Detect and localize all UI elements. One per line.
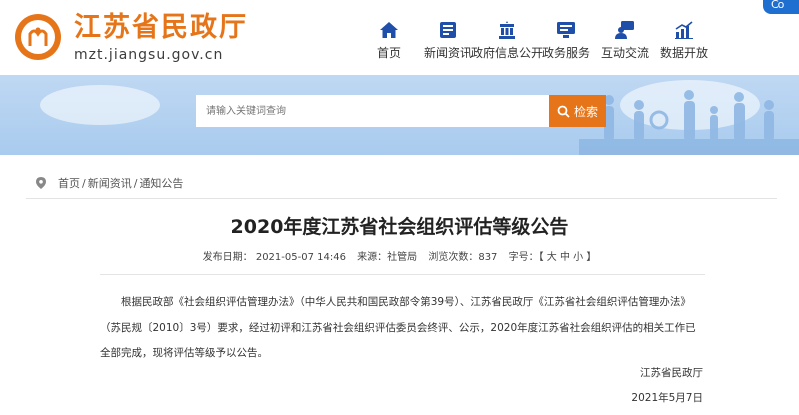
data-open-icon (675, 21, 693, 39)
search-input-wrapper (196, 95, 549, 127)
site-title[interactable]: 江苏省民政厅 (74, 12, 248, 44)
breadcrumb-separator: / (82, 176, 86, 190)
site-header: 江苏省民政厅 mzt.jiangsu.gov.cn 首页 新闻资讯 政府信息公开… (0, 0, 799, 75)
divider (26, 198, 777, 199)
nav-item-interaction[interactable]: 互动交流 (596, 0, 654, 75)
site-url: mzt.jiangsu.gov.cn (74, 47, 224, 63)
breadcrumb: 首页 / 新闻资讯 / 通知公告 (18, 176, 183, 190)
people-silhouette-icon (579, 90, 799, 155)
corner-badge-text: Co (771, 0, 784, 11)
main-nav: 首页 新闻资讯 政府信息公开 政务服务 互动交流 数据开放 (360, 0, 714, 75)
nav-item-news[interactable]: 新闻资讯 (419, 0, 477, 75)
corner-badge[interactable]: Co (763, 0, 799, 14)
logo-emblem-icon[interactable] (15, 14, 61, 60)
article-body: 根据民政部《社会组织评估管理办法》（中华人民共和国民政部令第39号）、江苏省民政… (100, 296, 696, 359)
interaction-icon (615, 21, 634, 39)
search-button-label: 检索 (573, 104, 598, 119)
breadcrumb-item-home[interactable]: 首页 (58, 175, 80, 191)
article-source: 来源：社管局 (357, 252, 418, 263)
signature-org: 江苏省民政厅 (640, 367, 703, 379)
article-signature: 江苏省民政厅 2021年5月7日 (631, 361, 703, 411)
publish-date: 发布日期： 2021-05-07 14:46 (202, 252, 346, 263)
breadcrumb-item-news[interactable]: 新闻资讯 (88, 175, 132, 191)
search-input[interactable] (196, 95, 549, 127)
nav-item-data-open[interactable]: 数据开放 (655, 0, 713, 75)
nav-item-info-disclosure[interactable]: 政府信息公开 (471, 0, 543, 75)
font-size-switcher[interactable]: 字号：【 大 中 小 】 (509, 252, 597, 263)
nav-item-label: 数据开放 (659, 46, 708, 60)
news-icon (440, 22, 456, 38)
article-title: 2020年度江苏省社会组织评估等级公告 (230, 216, 569, 238)
info-disclosure-icon (499, 21, 515, 39)
signature-date: 2021年5月7日 (631, 392, 703, 404)
breadcrumb-separator: / (133, 176, 138, 190)
view-count: 浏览次数：837 (428, 252, 498, 263)
search-button[interactable]: 检索 (549, 95, 606, 127)
government-service-icon (557, 22, 575, 38)
search-icon (557, 105, 570, 118)
divider (100, 274, 705, 275)
nav-item-home[interactable]: 首页 (360, 0, 418, 75)
nav-item-government-service[interactable]: 政务服务 (537, 0, 595, 75)
article-meta: 发布日期： 2021-05-07 14:46 来源：社管局 浏览次数：837 字… (0, 251, 799, 265)
breadcrumb-item-notice[interactable]: 通知公告 (139, 175, 183, 191)
home-icon (380, 22, 398, 38)
location-pin-icon (36, 177, 46, 189)
